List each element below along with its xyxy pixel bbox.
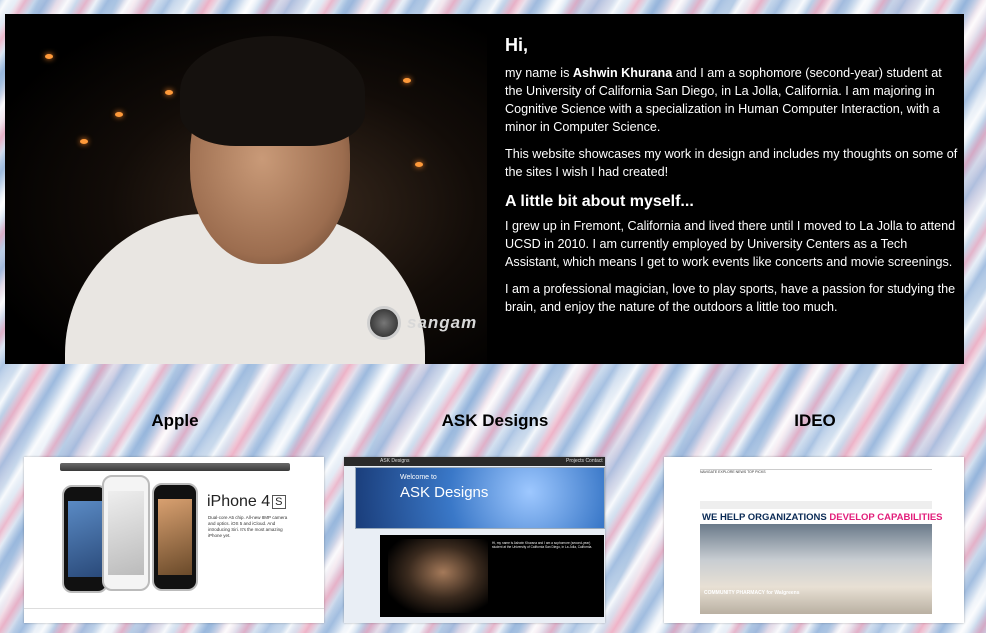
about-paragraph-1: I grew up in Fremont, California and liv… [505,219,956,269]
card-title-ideo: IDEO [794,411,836,430]
about-paragraph-2: I am a professional magician, love to pl… [505,282,956,314]
intro-paragraph: my name is Ashwin Khurana and I am a sop… [505,64,960,136]
iphone-screen [158,499,192,575]
ask-banner-title: ASK Designs [400,484,489,501]
intro-text: Hi, my name is Ashwin Khurana and I am a… [505,36,960,325]
author-name: Ashwin Khurana [572,66,673,80]
ask-top-bar: ASK Designs Projects Contact [344,457,605,466]
ideo-store-photo [700,524,932,614]
person-hair [180,36,365,146]
about-heading: A little bit about myself... [505,193,694,210]
ideo-header: NAVIGATE EXPLORE NEWS TOP PICKS [700,469,932,500]
greeting-heading: Hi, [505,35,529,55]
apple-model-badge: S [272,494,286,509]
bokeh-light [403,78,411,83]
intro-panel: sangam Hi, my name is Ashwin Khurana and… [5,14,964,364]
ask-body: Hi, my name is Ashwin Khurana and I am a… [380,535,604,617]
ask-brand: ASK Designs [380,458,410,464]
profile-photo: sangam [5,14,487,364]
sangam-logo-icon [367,306,401,340]
ask-banner: Welcome to ASK Designs [355,467,605,529]
ask-nav: Projects Contact [566,458,603,464]
ideo-caption: COMMUNITY PHARMACY for Walgreens [704,590,800,596]
bokeh-light [115,112,123,117]
ask-banner-welcome: Welcome to [400,474,437,481]
ideo-headline: WE HELP ORGANIZATIONS DEVELOP CAPABILITI… [702,512,943,523]
ask-profile-photo [388,539,488,613]
sangam-watermark: sangam [367,306,477,340]
ask-body-text: Hi, my name is Ashwin Khurana and I am a… [492,541,593,550]
apple-copy: Dual-core A5 chip. All-new 8MP camera an… [208,515,288,538]
apple-footer [24,608,324,623]
iphone-image [152,483,198,591]
bokeh-light [45,54,53,59]
apple-site-thumbnail[interactable]: iPhone 4S Dual-core A5 chip. All-new 8MP… [24,457,324,623]
card-title-apple: Apple [151,411,199,430]
ask-designs-thumbnail[interactable]: ASK Designs Projects Contact Welcome to … [344,457,605,623]
watermark-text: sangam [407,313,478,332]
apple-headline: iPhone 4S [207,493,286,511]
intro-text-start: my name is [505,66,573,80]
card-title-ask-designs: ASK Designs [441,411,549,430]
bokeh-light [165,90,173,95]
ideo-headline-part2: DEVELOP CAPABILITIES [829,512,943,523]
apple-nav-bar [60,463,290,471]
ideo-site-thumbnail[interactable]: NAVIGATE EXPLORE NEWS TOP PICKS WE HELP … [664,457,964,623]
iphone-screen [108,491,144,575]
iphone-image [102,475,150,591]
apple-headline-text: iPhone 4 [207,493,271,510]
bokeh-light [80,139,88,144]
site-purpose-paragraph: This website showcases my work in design… [505,147,958,179]
bokeh-light [415,162,423,167]
iphone-screen [68,501,102,577]
ideo-headline-part1: WE HELP ORGANIZATIONS [702,512,830,523]
ideo-logo-band [700,501,932,509]
